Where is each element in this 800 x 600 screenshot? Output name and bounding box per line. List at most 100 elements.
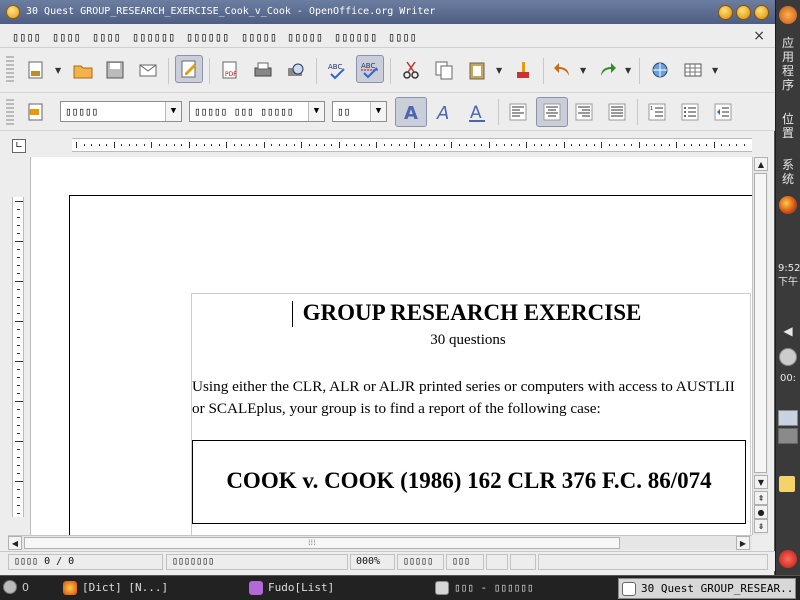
bold-button[interactable]: A: [395, 97, 427, 127]
italic-button[interactable]: A: [430, 98, 458, 126]
next-page-icon[interactable]: ⇟: [754, 519, 768, 533]
align-right-button[interactable]: [570, 98, 598, 126]
redo-button[interactable]: [593, 56, 621, 84]
scroll-left-icon[interactable]: ◀: [8, 536, 22, 550]
table-dropdown-icon[interactable]: ▼: [712, 67, 720, 75]
minimize-button[interactable]: [718, 5, 733, 20]
instructions-paragraph[interactable]: Using either the CLR, ALR or ALJR printe…: [192, 376, 742, 420]
applications-menu[interactable]: 应用程序: [778, 36, 798, 92]
open-button[interactable]: [69, 56, 97, 84]
document-canvas[interactable]: GROUP RESEARCH EXERCISE 30 questions Usi…: [30, 157, 752, 535]
menu-tools[interactable]: ▯▯▯▯▯: [287, 30, 323, 44]
redo-dropdown-icon[interactable]: ▼: [625, 67, 633, 75]
font-name-combo[interactable]: ▯▯▯▯▯ ▯▯▯ ▯▯▯▯▯ ▼: [189, 101, 325, 122]
chevron-down-icon[interactable]: ▼: [165, 102, 181, 121]
horizontal-ruler[interactable]: ∟: [8, 131, 756, 157]
toolbar-grip-icon[interactable]: [6, 56, 14, 84]
ubuntu-logo-icon[interactable]: [779, 6, 797, 24]
new-dropdown-icon[interactable]: ▼: [55, 67, 63, 75]
bullets-button[interactable]: [676, 98, 704, 126]
case-citation[interactable]: COOK v. COOK (1986) 162 CLR 376 F.C. 86/…: [193, 468, 745, 494]
print-preview-button[interactable]: [282, 56, 310, 84]
menu-view[interactable]: ▯▯▯▯: [92, 30, 121, 44]
zoom-status[interactable]: 000%: [350, 554, 395, 570]
horizontal-scrollbar[interactable]: ◀ ⁞⁞⁞ ▶: [8, 535, 752, 550]
scroll-right-icon[interactable]: ▶: [736, 536, 750, 550]
maximize-button[interactable]: [736, 5, 751, 20]
print-button[interactable]: [249, 56, 277, 84]
page-count-status[interactable]: ▯▯▯▯ 0 / 0: [8, 554, 163, 570]
vertical-ruler[interactable]: [8, 157, 28, 535]
power-icon[interactable]: [779, 550, 797, 568]
selection-mode-status[interactable]: ▯▯▯: [446, 554, 484, 570]
scroll-down-icon[interactable]: ▼: [754, 475, 768, 489]
clock[interactable]: 9:52 下午: [778, 262, 800, 290]
table-button[interactable]: [679, 56, 707, 84]
styles-formatting-button[interactable]: [22, 98, 50, 126]
new-document-button[interactable]: [22, 56, 50, 84]
insert-mode-status[interactable]: ▯▯▯▯▯: [397, 554, 444, 570]
copy-button[interactable]: [430, 56, 458, 84]
tab-stop-selector[interactable]: ∟: [12, 139, 26, 153]
vertical-scrollbar[interactable]: ▲ ▼ ⇞ ● ⇟: [752, 157, 768, 535]
scroll-up-icon[interactable]: ▲: [754, 157, 768, 171]
close-window-button[interactable]: [754, 5, 769, 20]
menu-file[interactable]: ▯▯▯▯: [12, 30, 41, 44]
numbering-button[interactable]: 1: [643, 98, 671, 126]
taskbar-item-file[interactable]: ▯▯▯ - ▯▯▯▯▯▯: [432, 578, 612, 599]
ruler-scale[interactable]: [72, 138, 752, 152]
workspace-1-icon[interactable]: [778, 410, 798, 426]
toolbar-grip-icon[interactable]: [6, 99, 14, 125]
menu-format[interactable]: ▯▯▯▯▯▯: [186, 30, 229, 44]
cut-button[interactable]: [397, 56, 425, 84]
show-desktop-icon[interactable]: [3, 580, 17, 594]
spellcheck-button[interactable]: ABC: [323, 56, 351, 84]
page-style-status[interactable]: ▯▯▯▯▯▯▯: [166, 554, 348, 570]
email-button[interactable]: [134, 56, 162, 84]
undo-button[interactable]: [549, 56, 577, 84]
volume-icon[interactable]: ◀: [778, 324, 798, 338]
system-menu[interactable]: 系统: [778, 158, 798, 186]
save-button[interactable]: [101, 56, 129, 84]
taskbar-item-fudo[interactable]: Fudo[List]: [246, 578, 366, 599]
paste-button[interactable]: [463, 56, 491, 84]
document-subheading[interactable]: 30 questions: [192, 332, 744, 349]
previous-page-icon[interactable]: ⇞: [754, 491, 768, 505]
edit-file-button[interactable]: [175, 55, 203, 83]
case-citation-box[interactable]: COOK v. COOK (1986) 162 CLR 376 F.C. 86/…: [192, 440, 746, 524]
taskbar-item-dict[interactable]: [Dict] [N...]: [60, 578, 240, 599]
firefox-icon[interactable]: [779, 196, 797, 214]
undo-dropdown-icon[interactable]: ▼: [580, 67, 588, 75]
vertical-scroll-thumb[interactable]: [754, 173, 767, 473]
align-center-button[interactable]: [536, 97, 568, 127]
notification-icon[interactable]: [779, 476, 795, 492]
text-area[interactable]: GROUP RESEARCH EXERCISE 30 questions Usi…: [191, 293, 751, 535]
justify-button[interactable]: [603, 98, 631, 126]
hyperlink-button[interactable]: [646, 56, 674, 84]
close-document-icon[interactable]: ×: [753, 28, 765, 44]
font-size-combo[interactable]: ▯▯ ▼: [332, 101, 387, 122]
workspace-2-icon[interactable]: [778, 428, 798, 444]
navigator-icon[interactable]: ●: [754, 505, 768, 519]
horizontal-scroll-thumb[interactable]: [24, 537, 620, 549]
menu-window[interactable]: ▯▯▯▯▯▯: [334, 30, 377, 44]
places-menu[interactable]: 位置: [778, 112, 798, 140]
menu-table[interactable]: ▯▯▯▯▯: [241, 30, 277, 44]
format-paintbrush-button[interactable]: [509, 56, 537, 84]
window-menu-icon[interactable]: [6, 5, 20, 19]
document-heading[interactable]: GROUP RESEARCH EXERCISE: [292, 300, 652, 326]
menu-insert[interactable]: ▯▯▯▯▯▯: [132, 30, 175, 44]
menu-help[interactable]: ▯▯▯▯: [388, 30, 417, 44]
menu-edit[interactable]: ▯▯▯▯: [52, 30, 81, 44]
paragraph-style-combo[interactable]: ▯▯▯▯▯ ▼: [60, 101, 182, 122]
chevron-down-icon[interactable]: ▼: [308, 102, 324, 121]
paste-dropdown-icon[interactable]: ▼: [496, 67, 504, 75]
taskbar-item-writer[interactable]: 30 Quest GROUP_RESEAR...: [618, 578, 796, 599]
align-left-button[interactable]: [504, 98, 532, 126]
network-icon[interactable]: [779, 348, 797, 366]
document-page[interactable]: GROUP RESEARCH EXERCISE 30 questions Usi…: [69, 195, 752, 535]
autospellcheck-button[interactable]: ABC: [356, 55, 384, 83]
title-bar[interactable]: 30 Quest GROUP_RESEARCH_EXERCISE_Cook_v_…: [0, 0, 775, 24]
export-pdf-button[interactable]: PDF: [216, 56, 244, 84]
decrease-indent-button[interactable]: [709, 98, 737, 126]
